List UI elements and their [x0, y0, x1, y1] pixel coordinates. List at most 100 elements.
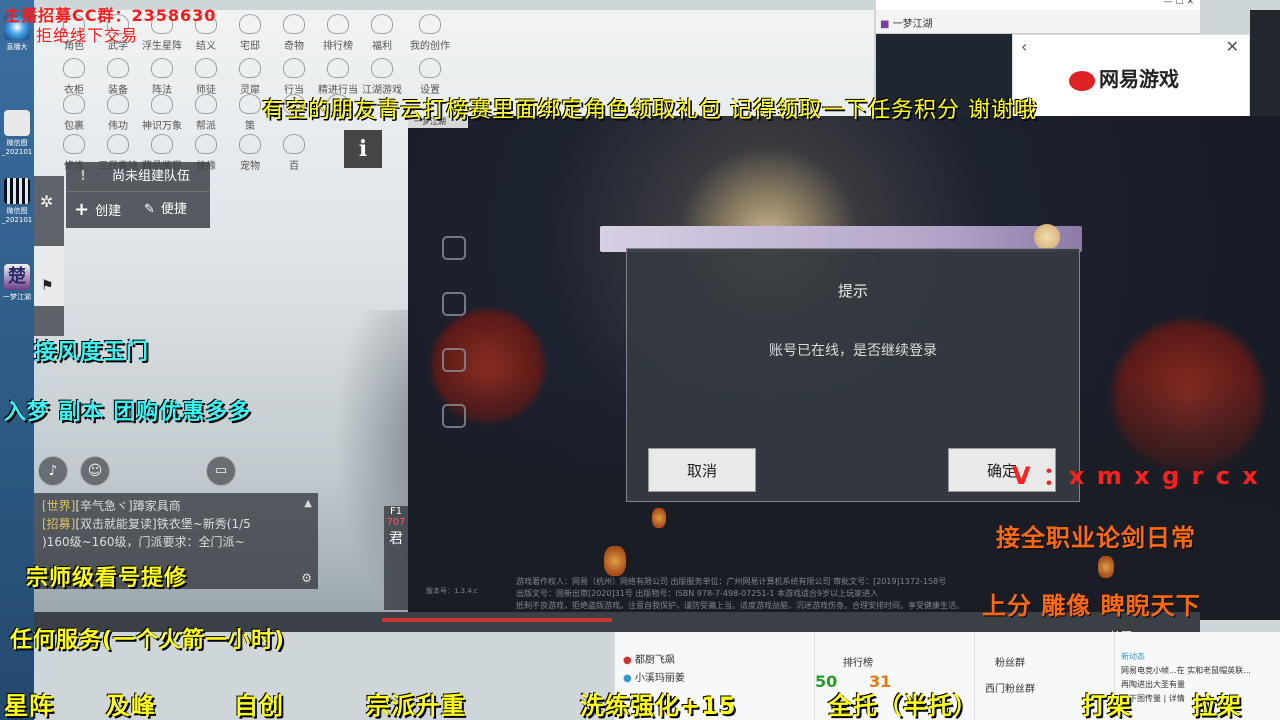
window-controls[interactable]: — ☐ ✕ — [1164, 0, 1194, 7]
browser-tab[interactable]: ■ 一梦江湖 — [880, 15, 933, 30]
menu-item-label: 结义 — [196, 41, 216, 52]
quick-team-label: 便捷 — [160, 202, 187, 217]
side-tabs: ✲ ⚑ — [34, 176, 64, 336]
desktop-icon-label: 微信图_202101 — [2, 139, 33, 156]
game-menu-item[interactable]: 行当 — [274, 58, 314, 96]
dynamic-label[interactable]: 新动态 — [1121, 650, 1274, 664]
menu-item-icon — [371, 58, 393, 78]
netease-logo: 网易游戏 — [1069, 63, 1179, 92]
menu-item-label: 排行榜 — [323, 41, 353, 52]
overlay-bottom-item: 洗练强化+15 — [580, 692, 737, 720]
overlay-service-4: 任何服务(一个火箭一小时) — [10, 628, 286, 653]
desktop-icon-label: 直播大 — [6, 43, 28, 51]
menu-item-icon — [151, 94, 173, 114]
netease-popup: ‹ ✕ 网易游戏 — [1012, 34, 1250, 120]
menu-item-icon — [195, 94, 217, 114]
chat-line: [招募][双击就能复读]铁衣堡~新秀(1/5 — [42, 517, 251, 531]
team-status: 尚未组建队伍 — [112, 169, 191, 184]
game-menu-item[interactable]: 百 — [274, 134, 314, 172]
lantern — [604, 546, 626, 576]
game-menu-item[interactable]: 装备 — [98, 58, 138, 96]
collapse-icon[interactable]: ▲ — [304, 495, 312, 513]
menu-item-icon — [107, 58, 129, 78]
quick-team-button[interactable]: ✎ 便捷 — [144, 196, 187, 224]
menu-item-icon — [151, 58, 173, 78]
info-button[interactable]: i — [344, 130, 382, 168]
scroll-icon[interactable] — [442, 404, 466, 428]
game-menu-item[interactable]: 精进行当 — [318, 58, 358, 96]
menu-item-icon — [151, 134, 173, 154]
tab-favicon: ■ — [880, 19, 890, 30]
game-menu-item[interactable]: 江湖游戏 — [362, 58, 402, 96]
news-item[interactable]: 网易电竞小帧...在 实和老鼠帽英联... — [1121, 664, 1274, 678]
game-menu-item[interactable]: 宠物 — [230, 134, 270, 172]
create-team-button[interactable]: + 创建 — [74, 196, 121, 224]
menu-item-label: 神识万象 — [142, 121, 182, 132]
overlay-bottom-item: 打架 — [1082, 692, 1132, 720]
close-icon[interactable]: ✕ — [1226, 37, 1239, 56]
game-menu-item[interactable]: 师徒 — [186, 58, 226, 96]
game-menu-item[interactable]: 灵犀 — [230, 58, 270, 96]
desktop-icon-label: 一梦江湖 — [3, 293, 31, 301]
menu-item-icon — [419, 14, 441, 34]
menu-item-icon — [63, 134, 85, 154]
window-title-strip: — ☐ ✕ — [876, 0, 1200, 10]
friend-button[interactable]: ☺ — [80, 456, 110, 486]
game-menu-item[interactable]: 阵法 — [142, 58, 182, 96]
chat-counter-strip: F1 707 君 — [384, 506, 408, 610]
desktop-qrcode-icon[interactable]: 微信图_202101 — [2, 178, 32, 224]
menu-item-icon — [283, 58, 305, 78]
notice-icon[interactable] — [442, 292, 466, 316]
game-menu-item[interactable]: 福利 — [362, 14, 402, 52]
game-menu-item[interactable]: 我的创作 — [410, 14, 450, 52]
voice-button[interactable]: ♪ — [38, 456, 68, 486]
group-label[interactable]: 西门粉丝群 — [985, 680, 1035, 695]
overlay-service-3: 宗师级看号提修 — [26, 566, 188, 591]
rank-label[interactable]: 排行榜 — [843, 654, 873, 669]
overlay-bottom-item: 宗派升重 — [366, 692, 466, 720]
overlay-bottom-item: 全托（半托） — [828, 692, 978, 720]
game-menu-item[interactable]: 奇物 — [274, 14, 314, 52]
overlay-right-1: 接全职业论剑日常 — [996, 524, 1196, 552]
menu-item-label: 伟功 — [108, 121, 128, 132]
game-menu-item[interactable]: 衣柜 — [54, 58, 94, 96]
screen-button[interactable]: ▭ — [206, 456, 236, 486]
tab-title: 一梦江湖 — [892, 19, 933, 30]
microphone-icon: ♪ — [48, 463, 58, 479]
dialog-title: 提示 — [837, 282, 868, 300]
overlay-service-2: 入梦 副本 团购优惠多多 — [4, 400, 252, 425]
team-tab-icon[interactable]: ✲ — [40, 192, 53, 211]
health-bar — [382, 618, 612, 622]
counter-707: 707 — [386, 517, 406, 528]
video-icon[interactable] — [442, 348, 466, 372]
game-menu-item[interactable]: 神识万象 — [142, 94, 182, 132]
lantern — [1098, 556, 1114, 578]
right-panel-strip — [1250, 10, 1280, 120]
overlay-right-2: 上分 雕像 睥睨天下 — [982, 592, 1201, 620]
chat-settings-icon[interactable]: ⚙ — [301, 569, 312, 587]
menu-item-label: 宠物 — [240, 161, 260, 172]
desktop-game-icon[interactable]: 楚 一梦江湖 — [2, 264, 32, 302]
flag-tab[interactable]: ⚑ — [34, 246, 64, 306]
overlay-service-1: 接风度玉门 — [34, 340, 150, 365]
lantern — [652, 508, 666, 528]
game-menu-item[interactable]: 排行榜 — [318, 14, 358, 52]
viewer-item[interactable]: ● 都厨飞飙 — [623, 652, 816, 670]
cancel-button[interactable]: 取消 — [648, 448, 756, 492]
plus-icon: + — [74, 199, 90, 220]
game-menu-item[interactable]: 包裹 — [54, 94, 94, 132]
menu-item-icon — [63, 94, 85, 114]
game-menu-item[interactable]: 帮派 — [186, 94, 226, 132]
menu-item-label: 宅邸 — [240, 41, 260, 52]
menu-item-icon — [107, 134, 129, 154]
game-menu-item[interactable]: 设置 — [410, 58, 450, 96]
fans-label[interactable]: 粉丝群 — [995, 654, 1025, 669]
overlay-bottom-item: 星阵 — [4, 692, 54, 720]
back-icon[interactable]: ‹ — [1021, 37, 1027, 56]
desktop-image-icon[interactable]: 微信图_202101 — [2, 110, 32, 156]
settings-icon[interactable] — [442, 236, 466, 260]
desktop-strip: 直播大 微信图_202101 微信图_202101 楚 一梦江湖 — [0, 0, 34, 720]
menu-item-icon — [239, 58, 261, 78]
game-menu-item[interactable]: 宅邸 — [230, 14, 270, 52]
game-menu-item[interactable]: 伟功 — [98, 94, 138, 132]
